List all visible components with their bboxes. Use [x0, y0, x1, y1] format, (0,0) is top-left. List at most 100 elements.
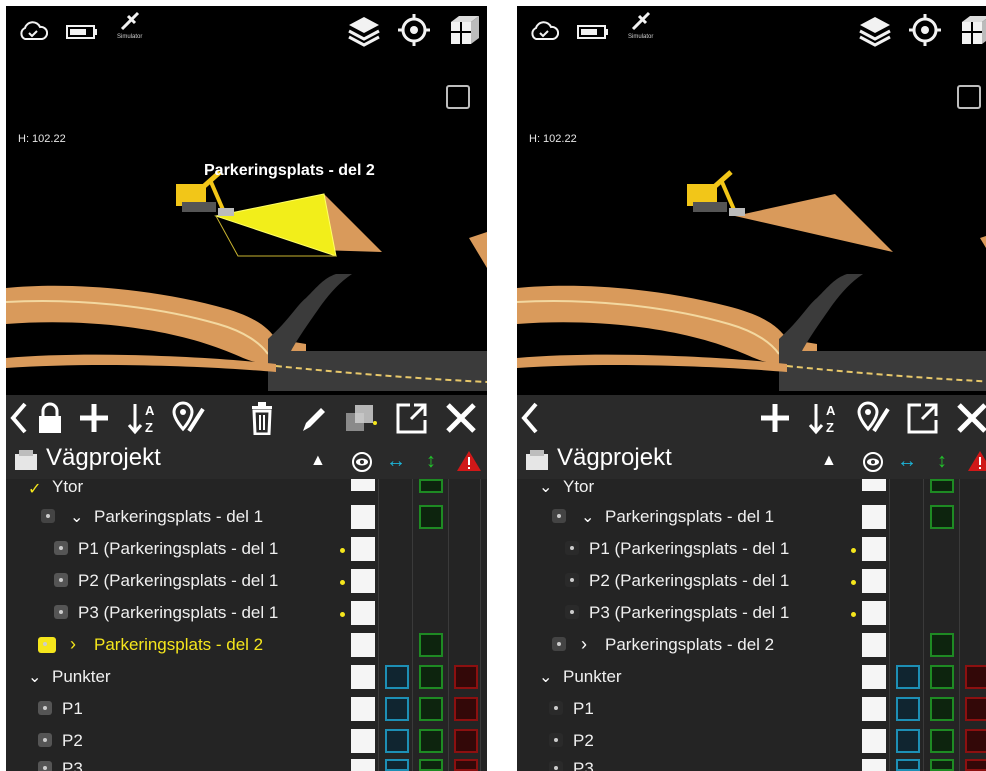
- tree-row-del1[interactable]: ⌄ Parkeringsplats - del 1: [6, 501, 346, 532]
- close-button[interactable]: [953, 399, 986, 437]
- edit-button[interactable]: [298, 399, 328, 437]
- vertical-toggle[interactable]: [419, 697, 443, 721]
- tree-row-p1-del1[interactable]: P1 (Parkeringsplats - del 1: [517, 533, 857, 564]
- expanded-chevron-icon[interactable]: ⌄: [539, 667, 552, 687]
- horizontal-toggle[interactable]: [896, 759, 920, 771]
- vertical-toggle[interactable]: [930, 697, 954, 721]
- tree-row-p3[interactable]: P3: [6, 755, 346, 771]
- back-button[interactable]: [8, 399, 30, 437]
- place-marker-button[interactable]: [855, 399, 893, 437]
- vertical-toggle[interactable]: [419, 479, 443, 493]
- visibility-toggle[interactable]: [351, 665, 375, 689]
- satellite-icon[interactable]: [119, 10, 141, 32]
- visibility-toggle[interactable]: [862, 569, 886, 593]
- warning-toggle[interactable]: [454, 697, 478, 721]
- warning-toggle[interactable]: [965, 665, 986, 689]
- add-button[interactable]: [757, 399, 793, 437]
- vertical-toggle[interactable]: [419, 633, 443, 657]
- tree-row-p2[interactable]: P2: [517, 725, 857, 756]
- vertical-toggle[interactable]: [930, 729, 954, 753]
- tree-row-p1-del1[interactable]: P1 (Parkeringsplats - del 1: [6, 533, 346, 564]
- visibility-toggle[interactable]: [862, 665, 886, 689]
- cloud-check-icon[interactable]: [529, 20, 559, 42]
- visibility-toggle[interactable]: [862, 505, 886, 529]
- map-view[interactable]: Simulator H: 102.22: [517, 6, 986, 395]
- tree-row-p3-del1[interactable]: P3 (Parkeringsplats - del 1: [517, 597, 857, 628]
- visibility-toggle[interactable]: [351, 729, 375, 753]
- collapsed-chevron-icon[interactable]: ›: [581, 634, 587, 655]
- tree-row-p2-del1[interactable]: P2 (Parkeringsplats - del 1: [517, 565, 857, 596]
- tree-row-p2-del1[interactable]: P2 (Parkeringsplats - del 1: [6, 565, 346, 596]
- warning-icon[interactable]: [967, 450, 986, 472]
- warning-toggle[interactable]: [454, 665, 478, 689]
- collapse-all-icon[interactable]: ▲: [310, 452, 326, 470]
- horizontal-tolerance-icon[interactable]: ↔: [897, 450, 917, 473]
- vertical-toggle[interactable]: [930, 633, 954, 657]
- vertical-tolerance-icon[interactable]: ↕: [426, 450, 436, 473]
- vertical-toggle[interactable]: [930, 505, 954, 529]
- horizontal-toggle[interactable]: [385, 729, 409, 753]
- warning-toggle[interactable]: [965, 697, 986, 721]
- visibility-toggle[interactable]: [862, 697, 886, 721]
- tree-row-p3[interactable]: P3: [517, 755, 857, 771]
- tree-row-ytor[interactable]: ✓ Ytor: [6, 473, 346, 504]
- satellite-icon[interactable]: [630, 10, 652, 32]
- place-marker-button[interactable]: [170, 399, 208, 437]
- map-view[interactable]: Simulator H: 102.22 Parkeringsplats - de…: [6, 6, 487, 395]
- vertical-toggle[interactable]: [419, 505, 443, 529]
- visibility-icon[interactable]: [351, 451, 373, 473]
- layers-icon[interactable]: [346, 14, 382, 48]
- horizontal-tolerance-icon[interactable]: ↔: [386, 450, 406, 473]
- tree-row-punkter[interactable]: ⌄ Punkter: [6, 661, 346, 692]
- cube-icon[interactable]: [449, 14, 481, 46]
- visibility-toggle[interactable]: [351, 479, 375, 491]
- vertical-tolerance-icon[interactable]: ↕: [937, 450, 947, 473]
- warning-toggle[interactable]: [965, 759, 986, 771]
- visibility-toggle[interactable]: [351, 601, 375, 625]
- visibility-toggle[interactable]: [351, 697, 375, 721]
- visibility-toggle[interactable]: [351, 505, 375, 529]
- fit-view-button[interactable]: [446, 85, 470, 109]
- cloud-check-icon[interactable]: [18, 20, 48, 42]
- visibility-toggle[interactable]: [862, 759, 886, 771]
- visibility-toggle[interactable]: [351, 569, 375, 593]
- export-button[interactable]: [394, 399, 430, 437]
- visibility-toggle[interactable]: [862, 479, 886, 491]
- tree-row-del1[interactable]: ⌄ Parkeringsplats - del 1: [517, 501, 857, 532]
- visibility-toggle[interactable]: [351, 537, 375, 561]
- horizontal-toggle[interactable]: [385, 665, 409, 689]
- visibility-toggle[interactable]: [862, 537, 886, 561]
- visibility-icon[interactable]: [862, 451, 884, 473]
- cube-icon[interactable]: [960, 14, 986, 46]
- tree-row-del2-selected[interactable]: › Parkeringsplats - del 2: [6, 629, 346, 660]
- horizontal-toggle[interactable]: [385, 759, 409, 771]
- expanded-chevron-icon[interactable]: ⌄: [70, 507, 83, 527]
- lock-button[interactable]: [36, 399, 64, 437]
- sort-button[interactable]: AZ: [126, 399, 162, 437]
- tree-row-ytor[interactable]: ⌄ Ytor: [517, 473, 857, 504]
- back-button[interactable]: [519, 399, 541, 437]
- layer-style-button[interactable]: [342, 399, 378, 437]
- tree-row-p2[interactable]: P2: [6, 725, 346, 756]
- expanded-chevron-icon[interactable]: ⌄: [28, 667, 41, 687]
- horizontal-toggle[interactable]: [385, 697, 409, 721]
- vertical-toggle[interactable]: [419, 729, 443, 753]
- warning-toggle[interactable]: [965, 729, 986, 753]
- close-button[interactable]: [442, 399, 480, 437]
- export-button[interactable]: [905, 399, 941, 437]
- vertical-toggle[interactable]: [419, 665, 443, 689]
- expanded-chevron-icon[interactable]: ⌄: [539, 477, 552, 497]
- vertical-toggle[interactable]: [930, 759, 954, 771]
- warning-toggle[interactable]: [454, 759, 478, 771]
- visibility-toggle[interactable]: [862, 633, 886, 657]
- visibility-toggle[interactable]: [862, 729, 886, 753]
- vertical-toggle[interactable]: [930, 665, 954, 689]
- add-button[interactable]: [76, 399, 112, 437]
- layers-icon[interactable]: [857, 14, 893, 48]
- sort-button[interactable]: AZ: [807, 399, 843, 437]
- visibility-toggle[interactable]: [351, 759, 375, 771]
- tree-row-punkter[interactable]: ⌄ Punkter: [517, 661, 857, 692]
- visibility-toggle[interactable]: [351, 633, 375, 657]
- target-icon[interactable]: [398, 14, 430, 46]
- expanded-chevron-icon[interactable]: ✓: [28, 479, 41, 499]
